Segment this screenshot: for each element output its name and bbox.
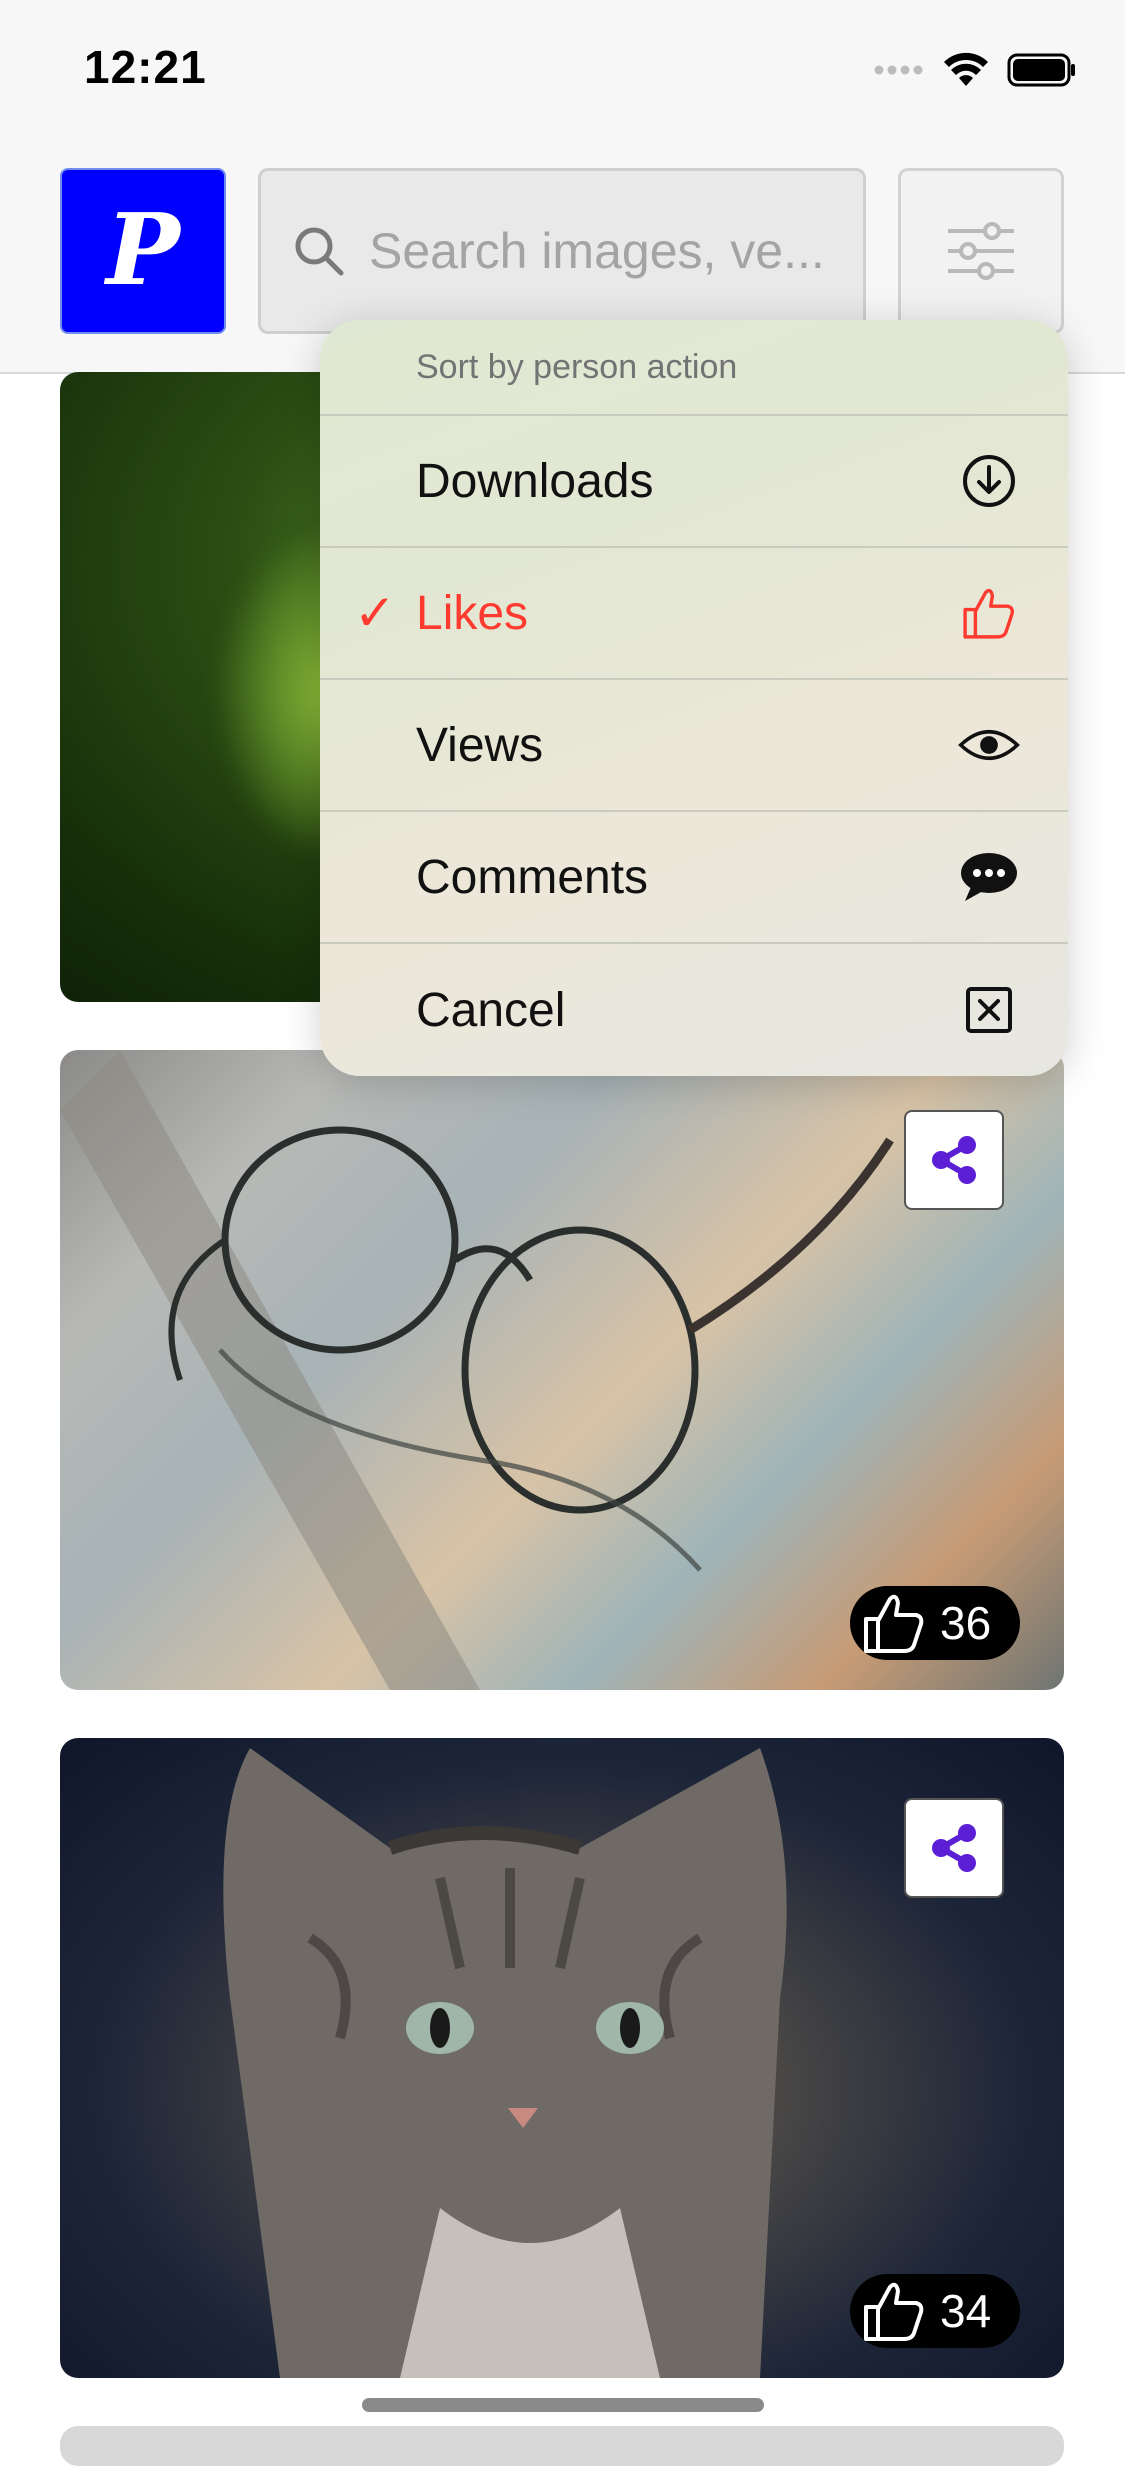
app-logo-button[interactable]: P [60, 168, 226, 334]
status-icons [873, 50, 1077, 90]
download-circle-icon [958, 450, 1020, 512]
eye-icon [958, 714, 1020, 776]
status-time: 12:21 [84, 41, 207, 93]
sort-option-label: Views [416, 718, 544, 772]
image-card[interactable]: 34 [60, 1738, 1064, 2378]
like-count: 36 [940, 1597, 992, 1649]
search-icon [295, 227, 344, 276]
thumbs-up-icon [958, 582, 1020, 644]
like-count-badge[interactable]: 34 [850, 2274, 1020, 2348]
sort-option-label: Cancel [416, 983, 566, 1037]
sort-option-comments[interactable]: Comments [320, 812, 1068, 944]
sliders-icon [948, 222, 1014, 280]
wifi-icon [944, 52, 988, 86]
search-placeholder: Search images, ve... [369, 223, 825, 279]
like-count: 34 [940, 2285, 992, 2337]
sort-menu-title: Sort by person action [320, 320, 1068, 416]
image-card[interactable] [60, 2426, 1064, 2466]
sort-option-label: Likes [416, 586, 529, 640]
sort-option-views[interactable]: Views [320, 680, 1068, 812]
share-icon [932, 1824, 976, 1872]
like-count-badge[interactable]: 36 [850, 1586, 1020, 1660]
filter-button[interactable] [898, 168, 1064, 334]
battery-icon [1007, 53, 1075, 87]
status-bar: 12:21 [0, 0, 1125, 132]
logo-letter: P [106, 193, 180, 308]
thumbs-up-icon [864, 2282, 924, 2341]
thumbs-up-icon [864, 1594, 924, 1653]
home-indicator[interactable] [362, 2398, 764, 2412]
sort-menu: Sort by person action Downloads ✓ Likes … [320, 320, 1068, 1076]
sort-option-downloads[interactable]: Downloads [320, 416, 1068, 548]
sort-option-cancel[interactable]: Cancel [320, 944, 1068, 1076]
close-box-icon [958, 979, 1020, 1041]
image-card[interactable]: 36 [60, 1050, 1064, 1690]
comment-bubble-icon [958, 846, 1020, 908]
checkmark-icon: ✓ [354, 585, 396, 641]
sort-option-label: Downloads [416, 454, 654, 508]
share-button[interactable] [904, 1110, 1004, 1210]
sort-option-likes[interactable]: ✓ Likes [320, 548, 1068, 680]
share-button[interactable] [904, 1798, 1004, 1898]
cellular-signal-icon [874, 65, 923, 75]
share-icon [932, 1136, 976, 1184]
search-field[interactable]: Search images, ve... [258, 168, 866, 334]
sort-option-label: Comments [416, 850, 649, 904]
